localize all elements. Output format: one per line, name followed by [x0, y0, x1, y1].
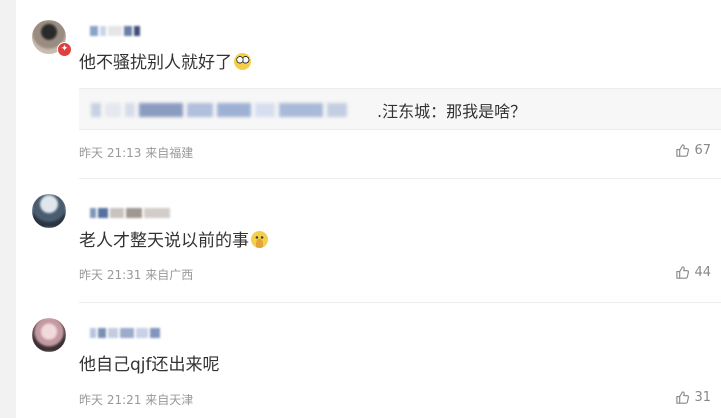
thumbs-up-icon: [676, 144, 690, 157]
like-count: 44: [694, 265, 711, 280]
comment-panel: ✦ 他不骚扰别人就好了 .汪东城：那我是啥？ 昨天 21:13 来自福建 67 …: [16, 0, 721, 418]
like-count: 67: [694, 143, 711, 158]
comment-text-content: 老人才整天说以前的事: [79, 231, 249, 251]
comment-text: 他自己qjf还出来呢: [79, 353, 220, 377]
verified-badge-icon: ✦: [57, 42, 72, 57]
like-button[interactable]: 67: [675, 143, 711, 158]
like-count: 31: [694, 390, 711, 405]
comment-meta: 昨天 21:21 来自天津: [79, 393, 194, 407]
hand-over-mouth-face-icon: [251, 231, 268, 248]
comment-text-content: 他不骚扰别人就好了: [79, 53, 232, 73]
like-button[interactable]: 31: [675, 390, 711, 405]
comment-text-content: 他自己qjf还出来呢: [79, 355, 220, 375]
avatar[interactable]: [32, 318, 66, 352]
thumbs-up-icon: [676, 266, 690, 279]
comment-meta: 昨天 21:31 来自广西: [79, 268, 194, 282]
username[interactable]: [90, 322, 162, 338]
shocked-face-icon: [234, 53, 251, 70]
comment-text: 老人才整天说以前的事: [79, 229, 268, 253]
thumbs-up-icon: [676, 391, 690, 404]
avatar[interactable]: [32, 194, 66, 228]
comment-text: 他不骚扰别人就好了: [79, 51, 251, 75]
username[interactable]: [90, 20, 142, 36]
divider: [79, 178, 721, 179]
quoted-reply[interactable]: .汪东城：那我是啥？: [79, 88, 721, 130]
divider: [79, 302, 721, 303]
comment-meta: 昨天 21:13 来自福建: [79, 146, 194, 160]
quoted-text: .汪东城：那我是啥？: [377, 102, 527, 121]
username[interactable]: [90, 202, 172, 218]
like-button[interactable]: 44: [675, 265, 711, 280]
blurred-username: [91, 102, 351, 117]
